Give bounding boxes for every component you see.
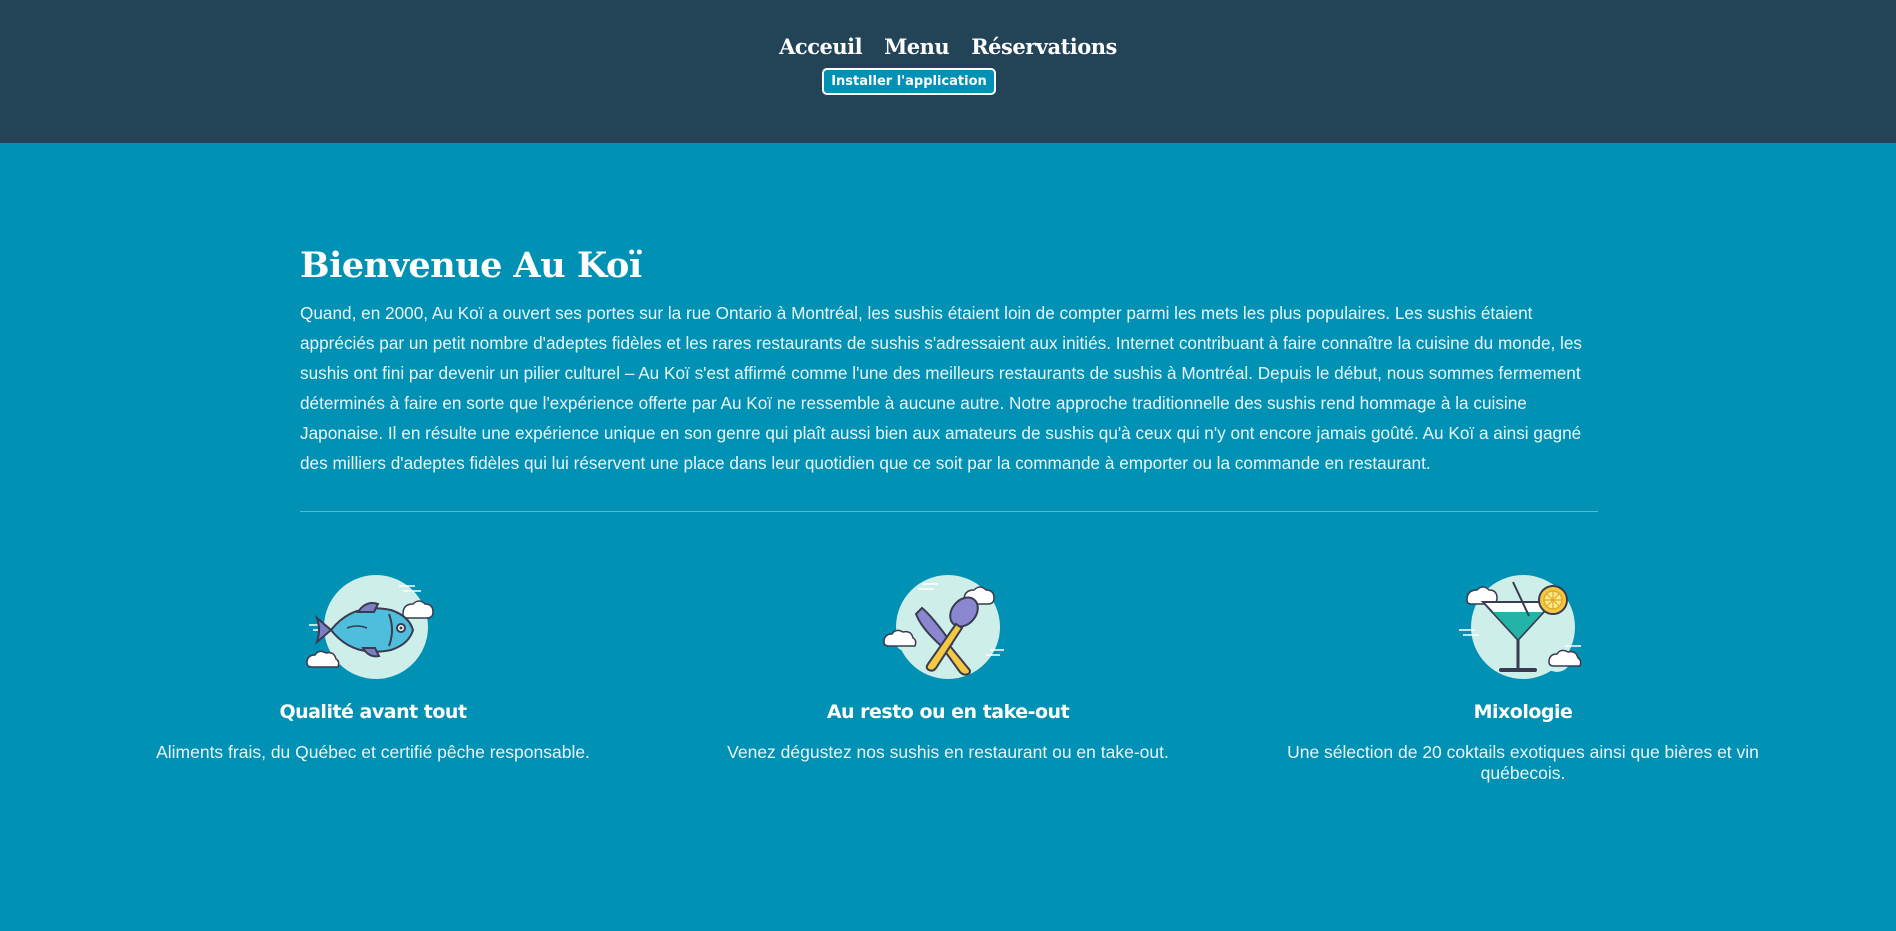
main-nav: Acceuil Menu Réservations: [0, 34, 1896, 59]
feature-description: Aliments frais, du Québec et certifié pê…: [156, 742, 590, 762]
feature-title: Mixologie: [1473, 701, 1573, 723]
welcome-text: Quand, en 2000, Au Koï a ouvert ses port…: [300, 303, 1583, 473]
section-divider: [300, 511, 1598, 512]
nav-link-reservations[interactable]: Réservations: [971, 34, 1117, 59]
nav-link-acceuil[interactable]: Acceuil: [779, 34, 862, 59]
feature-title: Au resto ou en take-out: [826, 701, 1070, 723]
nav-link-menu[interactable]: Menu: [884, 34, 950, 59]
welcome-section: Bienvenue Au Koï Quand, en 2000, Au Koï …: [300, 240, 1598, 478]
feature-title: Qualité avant tout: [279, 701, 467, 723]
cocktail-icon: [1459, 575, 1582, 679]
feature-description: Venez dégustez nos sushis en restaurant …: [727, 742, 1169, 762]
welcome-title: Bienvenue Au Koï: [300, 245, 642, 286]
fish-icon: [306, 575, 434, 679]
install-app-button[interactable]: Installer l'application: [822, 68, 996, 95]
utensils-icon: [883, 575, 1004, 679]
site-header: Acceuil Menu Réservations Installer l'ap…: [0, 0, 1896, 143]
feature-description: Une sélection de 20 coktails exotiques a…: [1287, 742, 1759, 783]
